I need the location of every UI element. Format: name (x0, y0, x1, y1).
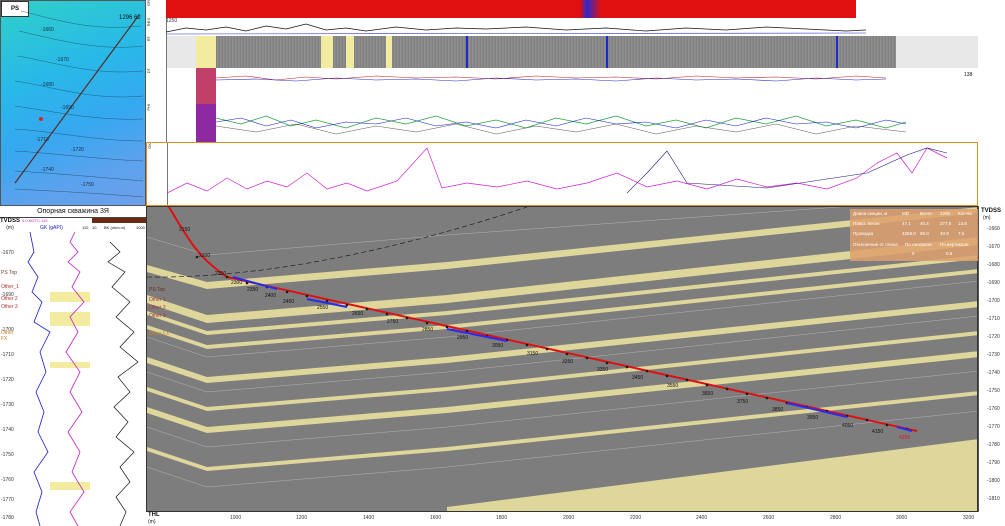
formation-label: Other_1 (1, 284, 20, 290)
svg-text:-1670: -1670 (56, 57, 69, 63)
bk-label: BK (ohm.m) (104, 225, 126, 230)
gk-label: GK (gAPI) (40, 225, 63, 231)
track-value: 1250 (166, 18, 178, 24)
formation-label: Other FX (1, 330, 14, 342)
md-label: 3250 (562, 359, 574, 365)
md-label: 3150 (527, 351, 539, 357)
formation-label: PS Top (1, 270, 18, 276)
svg-text:-1690: -1690 (61, 105, 74, 111)
md-label: 2300 (231, 280, 243, 286)
md-label: 3850 (772, 407, 784, 413)
md-label: 2950 (457, 335, 469, 341)
seismic-strip (196, 36, 896, 68)
offset-well-title: Опорная скважина 3Я (37, 208, 109, 215)
formation-label: Other 2 (1, 296, 18, 302)
md-end-label: 4255 (899, 435, 911, 441)
md-label: 2850 (422, 327, 434, 333)
contour-map-svg: -1660 -1670 -1680 -1690 -1710 -1720 -1740 -17… (14, 10, 144, 198)
md-label: 3950 (807, 415, 819, 421)
section-horizontal-axis: THL (m) 1000 1200 1400 1600 1800 2000 22… (146, 512, 1005, 526)
section-stats-panel: Длина секции, м МD Всего 4200 Кол-во Пла… (850, 209, 978, 261)
log-tracks-panel: GR RES 1250 RT DT 138 PHI GK (146, 0, 978, 206)
md-label: 2550 (317, 305, 329, 311)
thl-header: THL (148, 512, 160, 518)
map-well-label: 1296 62 (119, 15, 141, 21)
md-label: 3550 (667, 383, 679, 389)
bk-max: 1000 (136, 225, 145, 230)
track-row-resistivity[interactable]: DT 138 (146, 68, 978, 105)
right-tvdss-header: TVDSS (981, 208, 1002, 214)
formation-label: Other 3 (1, 304, 18, 310)
gk-range: 110 (82, 225, 89, 230)
md-label: 3350 (597, 367, 609, 373)
md-label: 2350 (247, 287, 259, 293)
md-label: 2450 (283, 299, 295, 305)
thl-unit: (m) (148, 519, 156, 525)
track-row-gamma[interactable]: RES 1250 (146, 18, 978, 37)
md-label: 4050 (842, 423, 854, 429)
section-formation-label: PS Top (149, 287, 166, 293)
section-formation-label: Other 2 (149, 305, 166, 311)
track-row-lithology[interactable]: GR (146, 0, 978, 19)
md-label: 2400 (265, 293, 277, 299)
tvdss-unit: (m) (6, 225, 14, 231)
track-row-gk[interactable]: GK (146, 142, 978, 206)
track-row-seismic[interactable]: RT (146, 36, 978, 69)
bk-min: 10 (92, 225, 97, 230)
right-tvdss-unit: (m) (983, 215, 991, 221)
section-depth-track: TVDSS (m) -1660 -1670 -1680 -1690 -1700 … (978, 206, 1005, 512)
bk-track[interactable] (90, 232, 146, 526)
svg-text:-1750: -1750 (81, 182, 94, 188)
tvdss-header: TVDSS (0, 218, 21, 224)
track-label: GR (146, 0, 167, 18)
gk-log-svg (27, 232, 90, 526)
svg-text:-1660: -1660 (41, 27, 54, 33)
structure-map[interactable]: PS -1660 -1670 -1680 -1690 -1710 -1720 -1740… (0, 0, 146, 206)
svg-text:-1740: -1740 (41, 167, 54, 173)
lithology-fill (166, 0, 856, 18)
svg-text:-1720: -1720 (71, 147, 84, 153)
md-label: 2250 (215, 271, 227, 277)
bk-log-svg (107, 241, 139, 526)
gk-curves (167, 147, 948, 194)
gk-track[interactable] (20, 232, 91, 526)
track-row3-value: 138 (964, 72, 973, 78)
porosity-curves (216, 115, 906, 135)
section-formation-label: Other 3 (149, 313, 166, 319)
md-label: 3050 (492, 343, 504, 349)
resistivity-curve (216, 75, 886, 82)
section-formation-label: Other 1 (149, 297, 166, 303)
md-label: 2150 (179, 227, 191, 233)
md-label: 3650 (702, 391, 714, 397)
svg-text:-1680: -1680 (41, 82, 54, 88)
md-label: 4150 (872, 429, 884, 435)
md-label: 2750 (387, 319, 399, 325)
ngtc-range: 0.0 NGTC 110 (22, 218, 48, 223)
md-label: 2200 (199, 253, 211, 259)
track-row-porosity[interactable]: PHI (146, 104, 978, 143)
offset-depth-track: -1670 -1690 -1700 -1710 -1720 -1730 -174… (0, 232, 21, 526)
section-formation-label: Other FX (149, 331, 170, 337)
svg-text:-1710: -1710 (36, 137, 49, 143)
md-label: 3750 (737, 399, 749, 405)
md-label: 3450 (632, 375, 644, 381)
gamma-curve (166, 23, 866, 35)
md-label: 2650 (352, 311, 364, 317)
